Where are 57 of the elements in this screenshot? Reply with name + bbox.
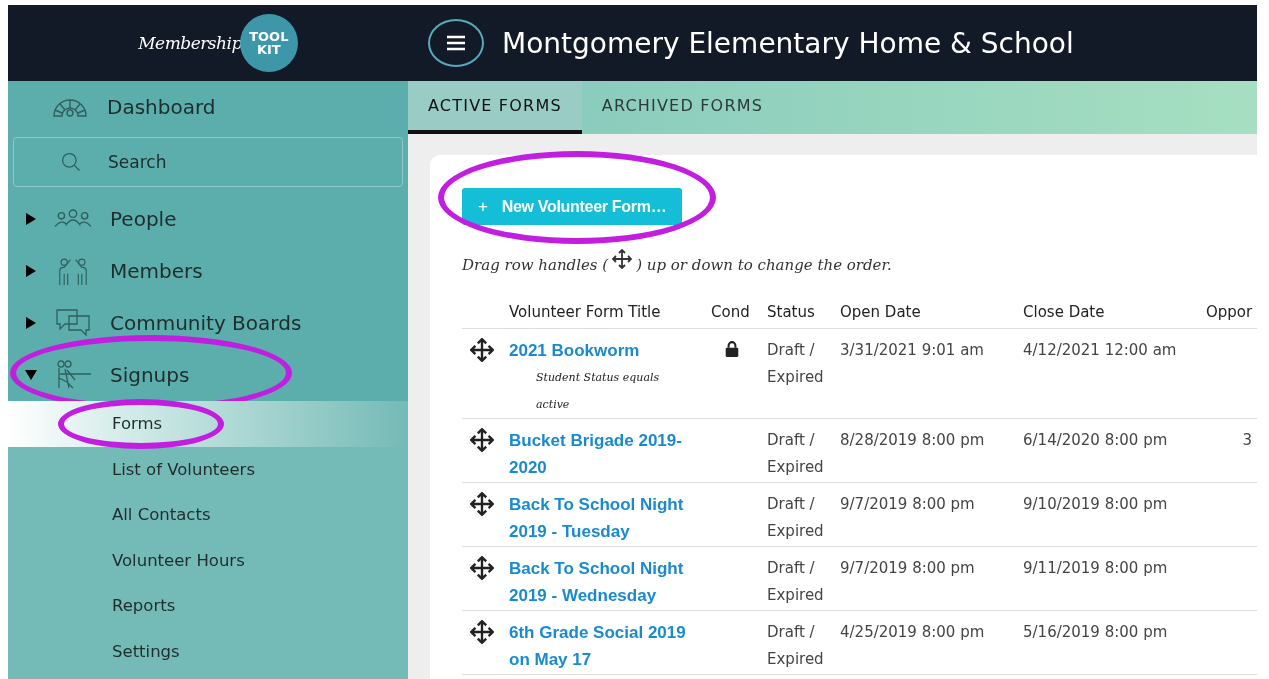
table-cell-text: 5/16/2019 8:00 pm bbox=[1023, 622, 1169, 643]
move-icon bbox=[612, 249, 633, 269]
column-header: Close Date bbox=[1023, 303, 1106, 321]
table-cell-text: Draft / Expired bbox=[767, 558, 825, 606]
move-handle-icon[interactable] bbox=[470, 556, 494, 580]
column-header: Status bbox=[767, 303, 816, 321]
table-cell: 3 bbox=[1242, 431, 1252, 449]
table-cell-text: 4/12/2021 12:00 am bbox=[1023, 340, 1178, 361]
form-title-link[interactable]: Bucket Brigade 2019-2020 bbox=[509, 427, 701, 481]
search-field[interactable]: Search bbox=[13, 137, 403, 187]
gauge-icon bbox=[51, 96, 89, 118]
nav-item[interactable]: People bbox=[8, 193, 408, 245]
tab[interactable]: ARCHIVED FORMS bbox=[581, 81, 784, 134]
table-cell-text: 9/7/2019 8:00 pm bbox=[840, 558, 976, 579]
menu-button[interactable] bbox=[428, 19, 484, 67]
table-cell-text: 3/31/2021 9:01 am bbox=[840, 340, 985, 361]
column-header: Volunteer Form Title bbox=[509, 303, 662, 321]
menu-icon bbox=[446, 35, 466, 51]
table-cell-text: 6/14/2020 8:00 pm bbox=[1023, 430, 1169, 451]
sub-nav-item[interactable]: Volunteer Hours bbox=[8, 537, 408, 583]
hint-text: Drag row handles ( bbox=[462, 256, 609, 274]
table-cell-text: 9/7/2019 8:00 pm bbox=[840, 494, 976, 515]
form-title-link[interactable]: 6th Grade Social 2019 on May 17 bbox=[509, 619, 701, 673]
column-header: Oppor bbox=[1206, 303, 1254, 321]
nav-item[interactable]: Dashboard bbox=[8, 81, 408, 133]
chat-bubbles-icon bbox=[54, 308, 92, 338]
nav-item[interactable]: Members bbox=[8, 245, 408, 297]
move-handle-icon[interactable] bbox=[470, 428, 494, 452]
table-cell-text: 9/10/2019 8:00 pm bbox=[1023, 494, 1169, 515]
table-cell-text: 8/28/2019 8:00 pm bbox=[840, 430, 986, 451]
table-cell-text: Draft / Expired bbox=[767, 340, 825, 388]
table-cell-text: 4/25/2019 8:00 pm bbox=[840, 622, 986, 643]
logo-script-text: Membership bbox=[138, 33, 242, 53]
column-header: Cond bbox=[711, 303, 751, 321]
people-icon bbox=[54, 208, 92, 230]
tug-of-war-icon bbox=[54, 360, 92, 390]
sub-nav-item[interactable]: All Contacts bbox=[8, 492, 408, 538]
tab[interactable]: ACTIVE FORMS bbox=[408, 81, 582, 134]
table-cell-text: Draft / Expired bbox=[767, 494, 825, 542]
table-cell-text: 9/11/2019 8:00 pm bbox=[1023, 558, 1169, 579]
sub-nav-item[interactable]: List of Volunteers bbox=[8, 446, 408, 492]
move-handle-icon[interactable] bbox=[470, 492, 494, 516]
hint-text: ) up or down to change the order. bbox=[636, 256, 892, 274]
sub-nav-item[interactable]: Reports bbox=[8, 583, 408, 629]
page-title: Montgomery Elementary Home & School bbox=[502, 26, 1074, 60]
move-handle-icon[interactable] bbox=[470, 338, 494, 362]
table-cell-text: Draft / Expired bbox=[767, 622, 825, 670]
table-cell-text: Draft / Expired bbox=[767, 430, 825, 478]
condition-text: Student Status equals active bbox=[535, 370, 661, 413]
nav-item[interactable]: Signups bbox=[8, 349, 408, 401]
form-title-link[interactable]: Back To School Night 2019 - Tuesday bbox=[509, 491, 701, 545]
move-handle-icon[interactable] bbox=[470, 620, 494, 644]
form-title-link[interactable]: Back To School Night 2019 - Wednesday bbox=[509, 555, 701, 609]
sub-nav-item[interactable]: Settings bbox=[8, 628, 408, 674]
nav-item[interactable]: Community Boards bbox=[8, 297, 408, 349]
column-header: Open Date bbox=[840, 303, 922, 321]
form-title-link[interactable]: 2021 Bookworm bbox=[509, 337, 701, 364]
